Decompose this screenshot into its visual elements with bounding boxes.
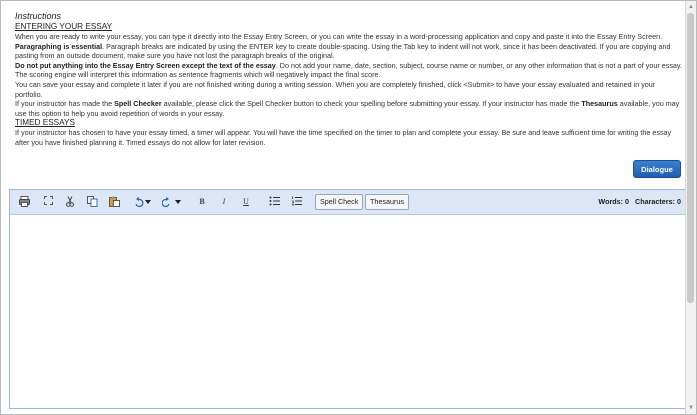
words-count: 0 [625,197,630,206]
timed-essays-heading: TIMED ESSAYS [15,118,75,128]
instructions-paragraph: When you are ready to write your essay, … [15,32,663,41]
emphasis-text: Thesaurus [581,99,618,109]
scroll-thumb[interactable] [687,13,694,303]
spell-check-button[interactable]: Spell Check [315,194,364,210]
instructions-paragraph: Paragraphing is essential. Paragraph bre… [15,42,683,61]
entering-essay-heading: ENTERING YOUR ESSAY [15,22,113,31]
instructions-text: available, please click the Spell Checke… [161,99,582,109]
word-character-counts: Words: 0 Characters: 0 [598,196,681,208]
paste-icon[interactable] [108,196,120,208]
essay-entry-page: Instructions ENTERING YOUR ESSAY When yo… [0,0,697,415]
thesaurus-button[interactable]: Thesaurus [365,194,409,210]
page-scrollbar[interactable]: ▲ ▼ [685,1,696,414]
instructions-section: Instructions ENTERING YOUR ESSAY When yo… [15,11,683,148]
characters-count: 0 [677,197,681,206]
scroll-down-icon[interactable]: ▼ [687,404,695,412]
emphasis-text: Paragraphing is essential [15,41,103,51]
dialogue-button[interactable]: Dialogue [633,160,681,178]
essay-text-area[interactable] [10,215,689,408]
instructions-paragraph: Do not put anything into the Essay Entry… [15,61,683,80]
instructions-paragraph: If your instructor has chosen to have yo… [15,128,672,147]
emphasis-text: Do not put anything into the Essay Entry… [15,60,276,70]
print-icon[interactable] [18,196,30,208]
undo-icon[interactable] [132,196,152,208]
instructions-paragraph: You can save your essay and complete it … [15,79,656,99]
numbered-list-icon[interactable] [290,196,302,208]
instructions-text: If your instructor has made the [15,99,115,109]
instructions-text: . Paragraph breaks are indicated by usin… [15,41,671,61]
redo-icon[interactable] [161,196,182,208]
emphasis-text: Spell Checker [114,99,162,109]
bullet-list-icon[interactable] [268,196,280,208]
fullscreen-icon[interactable] [42,196,54,208]
essay-editor-panel: B I U Spell Check Thesaurus Words: 0 Cha… [9,189,690,409]
underline-icon[interactable]: U [240,196,252,208]
italic-icon[interactable]: I [218,196,230,208]
instructions-title: Instructions [15,11,62,21]
copy-icon[interactable] [86,196,98,208]
words-label: Words: [598,197,624,206]
characters-label: Characters: [635,197,675,206]
scroll-up-icon[interactable]: ▲ [687,3,695,11]
cut-icon[interactable] [64,196,76,208]
editor-toolbar: B I U Spell Check Thesaurus Words: 0 Cha… [10,190,689,215]
bold-icon[interactable]: B [196,196,208,208]
instructions-paragraph: If your instructor has made the Spell Ch… [15,99,683,118]
